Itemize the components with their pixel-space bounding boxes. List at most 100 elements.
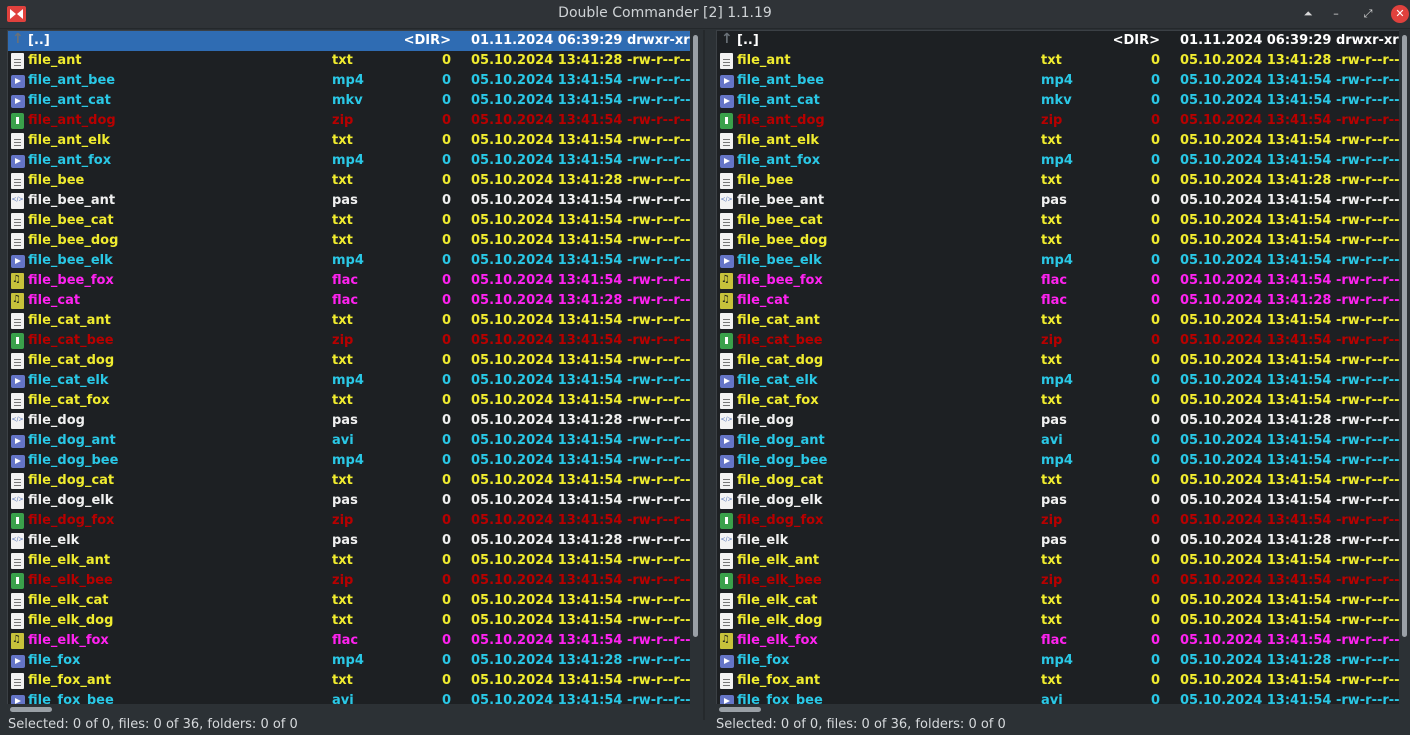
scrollbar-thumb[interactable] (693, 35, 698, 637)
file-row[interactable]: file_cat_bee zip 0 05.10.2024 13:41:54 -rw-… (717, 331, 1400, 351)
file-row[interactable]: file_ant_bee mp4 0 05.10.2024 13:41:54 -rw-… (8, 71, 691, 91)
file-name: file_elk_cat (28, 593, 109, 608)
keep-above-icon[interactable]: ⏶ (1299, 5, 1317, 23)
file-row[interactable]: file_bee_cat txt 0 05.10.2024 13:41:54 -rw-… (8, 211, 691, 231)
file-row[interactable]: file_elk_bee zip 0 05.10.2024 13:41:54 -rw-… (717, 571, 1400, 591)
file-row[interactable]: file_cat flac 0 05.10.2024 13:41:28 -rw-r--… (8, 291, 691, 311)
file-row[interactable]: file_elk_dog txt 0 05.10.2024 13:41:54 -rw-… (717, 611, 1400, 631)
file-row[interactable]: file_fox mp4 0 05.10.2024 13:41:28 -rw-r--r… (8, 651, 691, 671)
minimize-icon[interactable]: – (1327, 5, 1345, 23)
file-row[interactable]: file_elk pas 0 05.10.2024 13:41:28 -rw-r--r… (8, 531, 691, 551)
file-extension: mp4 (1041, 653, 1073, 668)
file-row[interactable]: file_dog_ant avi 0 05.10.2024 13:41:54 -rw-… (717, 431, 1400, 451)
file-row[interactable]: file_bee_fox flac 0 05.10.2024 13:41:54 -rw… (717, 271, 1400, 291)
file-row[interactable]: file_dog_elk pas 0 05.10.2024 13:41:54 -rw-… (717, 491, 1400, 511)
file-row[interactable]: file_dog_bee mp4 0 05.10.2024 13:41:54 -rw-… (8, 451, 691, 471)
file-row[interactable]: file_dog_cat txt 0 05.10.2024 13:41:54 -rw-… (717, 471, 1400, 491)
file-row[interactable]: file_bee_cat txt 0 05.10.2024 13:41:54 -rw-… (717, 211, 1400, 231)
file-row[interactable]: file_elk_ant txt 0 05.10.2024 13:41:54 -rw-… (717, 551, 1400, 571)
file-row[interactable]: file_cat_bee zip 0 05.10.2024 13:41:54 -rw-… (8, 331, 691, 351)
file-size: 0 (441, 633, 451, 648)
file-row[interactable]: file_elk pas 0 05.10.2024 13:41:28 -rw-r--r… (717, 531, 1400, 551)
file-size: 0 (441, 373, 451, 388)
file-name: file_dog_cat (737, 473, 824, 488)
file-row[interactable]: file_ant_fox mp4 0 05.10.2024 13:41:54 -rw-… (717, 151, 1400, 171)
source-file-icon (720, 493, 733, 509)
file-row[interactable]: file_cat_ant txt 0 05.10.2024 13:41:54 -rw-… (717, 311, 1400, 331)
file-extension: pas (332, 493, 358, 508)
file-row[interactable]: file_elk_fox flac 0 05.10.2024 13:41:54 -rw… (8, 631, 691, 651)
parent-directory-row[interactable]: [..] <DIR> 01.11.2024 06:39:29 drwxr-xr-x (717, 31, 1400, 51)
file-date-attr: 05.10.2024 13:41:54 -rw-r--r-- (471, 593, 691, 608)
right-horizontal-scrollbar[interactable] (716, 704, 1401, 714)
file-row[interactable]: file_fox_ant txt 0 05.10.2024 13:41:54 -rw-… (8, 671, 691, 691)
file-row[interactable]: file_ant_dog zip 0 05.10.2024 13:41:54 -rw-… (8, 111, 691, 131)
file-row[interactable]: file_dog_bee mp4 0 05.10.2024 13:41:54 -rw-… (717, 451, 1400, 471)
file-extension: txt (1041, 173, 1062, 188)
file-row[interactable]: file_cat_ant txt 0 05.10.2024 13:41:54 -rw-… (8, 311, 691, 331)
file-row[interactable]: file_cat_fox txt 0 05.10.2024 13:41:54 -rw-… (8, 391, 691, 411)
audio-file-icon (720, 633, 733, 649)
file-extension: flac (1041, 273, 1068, 288)
file-row[interactable]: file_dog_elk pas 0 05.10.2024 13:41:54 -rw-… (8, 491, 691, 511)
maximize-icon[interactable]: ⤢ (1359, 5, 1377, 23)
left-vertical-scrollbar[interactable] (690, 30, 701, 704)
file-size: 0 (441, 493, 451, 508)
panel-splitter[interactable] (703, 30, 705, 720)
file-row[interactable]: file_ant_elk txt 0 05.10.2024 13:41:54 -rw-… (717, 131, 1400, 151)
file-row[interactable]: file_ant_elk txt 0 05.10.2024 13:41:54 -rw-… (8, 131, 691, 151)
file-row[interactable]: file_bee_ant pas 0 05.10.2024 13:41:54 -rw-… (8, 191, 691, 211)
file-extension: txt (332, 313, 353, 328)
file-extension: zip (332, 333, 354, 348)
file-row[interactable]: file_bee_dog txt 0 05.10.2024 13:41:54 -rw-… (717, 231, 1400, 251)
file-row[interactable]: file_fox mp4 0 05.10.2024 13:41:28 -rw-r--r… (717, 651, 1400, 671)
file-row[interactable]: file_dog_fox zip 0 05.10.2024 13:41:54 -rw-… (8, 511, 691, 531)
file-row[interactable]: file_elk_cat txt 0 05.10.2024 13:41:54 -rw-… (717, 591, 1400, 611)
file-row[interactable]: file_bee_elk mp4 0 05.10.2024 13:41:54 -rw-… (8, 251, 691, 271)
file-row[interactable]: file_cat_dog txt 0 05.10.2024 13:41:54 -rw-… (8, 351, 691, 371)
file-name: file_elk_bee (28, 573, 113, 588)
file-row[interactable]: file_dog_fox zip 0 05.10.2024 13:41:54 -rw-… (717, 511, 1400, 531)
file-row[interactable]: file_cat flac 0 05.10.2024 13:41:28 -rw-r--… (717, 291, 1400, 311)
file-row[interactable]: file_bee_fox flac 0 05.10.2024 13:41:54 -rw… (8, 271, 691, 291)
right-file-panel[interactable]: [..] <DIR> 01.11.2024 06:39:29 drwxr-xr-x f… (716, 30, 1401, 706)
file-row[interactable]: file_ant_fox mp4 0 05.10.2024 13:41:54 -rw-… (8, 151, 691, 171)
file-row[interactable]: file_ant_bee mp4 0 05.10.2024 13:41:54 -rw-… (717, 71, 1400, 91)
file-row[interactable]: file_bee txt 0 05.10.2024 13:41:28 -rw-r--r… (717, 171, 1400, 191)
file-row[interactable]: file_ant_cat mkv 0 05.10.2024 13:41:54 -rw-… (8, 91, 691, 111)
file-row[interactable]: file_cat_elk mp4 0 05.10.2024 13:41:54 -rw-… (8, 371, 691, 391)
file-row[interactable]: file_elk_dog txt 0 05.10.2024 13:41:54 -rw-… (8, 611, 691, 631)
file-date-attr: 05.10.2024 13:41:54 -rw-r--r-- (471, 313, 691, 328)
scrollbar-thumb[interactable] (1402, 35, 1407, 637)
scrollbar-thumb[interactable] (719, 707, 761, 712)
file-row[interactable]: file_elk_bee zip 0 05.10.2024 13:41:54 -rw-… (8, 571, 691, 591)
file-row[interactable]: file_bee_elk mp4 0 05.10.2024 13:41:54 -rw-… (717, 251, 1400, 271)
file-row[interactable]: file_bee txt 0 05.10.2024 13:41:28 -rw-r--r… (8, 171, 691, 191)
file-extension: mp4 (1041, 73, 1073, 88)
right-vertical-scrollbar[interactable] (1399, 30, 1410, 704)
file-row[interactable]: file_dog_cat txt 0 05.10.2024 13:41:54 -rw-… (8, 471, 691, 491)
file-row[interactable]: file_ant_dog zip 0 05.10.2024 13:41:54 -rw-… (717, 111, 1400, 131)
file-size: 0 (441, 133, 451, 148)
file-row[interactable]: file_dog pas 0 05.10.2024 13:41:28 -rw-r--r… (8, 411, 691, 431)
file-row[interactable]: file_cat_elk mp4 0 05.10.2024 13:41:54 -rw-… (717, 371, 1400, 391)
left-file-panel[interactable]: [..] <DIR> 01.11.2024 06:39:29 drwxr-xr-x f… (7, 30, 692, 706)
file-row[interactable]: file_bee_dog txt 0 05.10.2024 13:41:54 -rw-… (8, 231, 691, 251)
left-horizontal-scrollbar[interactable] (7, 704, 692, 714)
file-row[interactable]: file_dog_ant avi 0 05.10.2024 13:41:54 -rw-… (8, 431, 691, 451)
parent-directory-row[interactable]: [..] <DIR> 01.11.2024 06:39:29 drwxr-xr-x (8, 31, 691, 51)
file-row[interactable]: file_fox_ant txt 0 05.10.2024 13:41:54 -rw-… (717, 671, 1400, 691)
file-extension: txt (332, 593, 353, 608)
file-row[interactable]: file_elk_ant txt 0 05.10.2024 13:41:54 -rw-… (8, 551, 691, 571)
scrollbar-thumb[interactable] (10, 707, 52, 712)
file-row[interactable]: file_ant_cat mkv 0 05.10.2024 13:41:54 -rw-… (717, 91, 1400, 111)
file-row[interactable]: file_elk_fox flac 0 05.10.2024 13:41:54 -rw… (717, 631, 1400, 651)
file-row[interactable]: file_elk_cat txt 0 05.10.2024 13:41:54 -rw-… (8, 591, 691, 611)
file-row[interactable]: file_dog pas 0 05.10.2024 13:41:28 -rw-r--r… (717, 411, 1400, 431)
file-row[interactable]: file_bee_ant pas 0 05.10.2024 13:41:54 -rw-… (717, 191, 1400, 211)
close-icon[interactable]: ✕ (1391, 5, 1409, 23)
file-row[interactable]: file_cat_dog txt 0 05.10.2024 13:41:54 -rw-… (717, 351, 1400, 371)
file-row[interactable]: file_cat_fox txt 0 05.10.2024 13:41:54 -rw-… (717, 391, 1400, 411)
file-row[interactable]: file_ant txt 0 05.10.2024 13:41:28 -rw-r--r… (717, 51, 1400, 71)
file-row[interactable]: file_ant txt 0 05.10.2024 13:41:28 -rw-r--r… (8, 51, 691, 71)
